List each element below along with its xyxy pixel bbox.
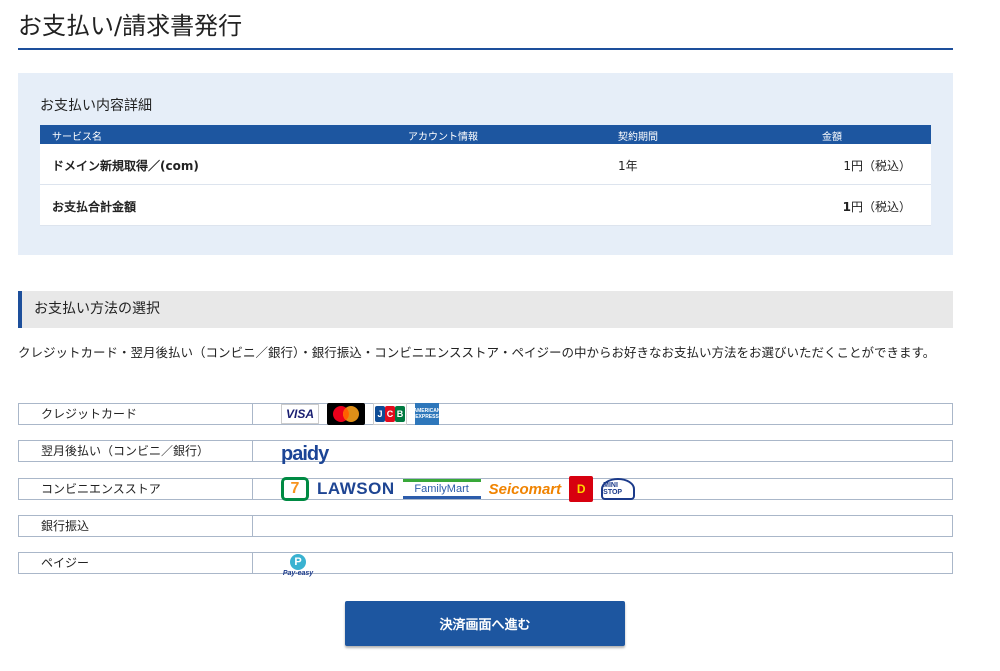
service-name: ドメイン新規取得／(com): [52, 159, 199, 173]
daily-yamazaki-logo: D: [569, 476, 594, 502]
seicomart-logo: Seicomart: [488, 480, 562, 498]
method-label: ペイジー: [19, 553, 253, 573]
jcb-letter: J: [375, 406, 385, 422]
familymart-logo: FamilyMart: [402, 479, 481, 499]
payment-method-bank-transfer[interactable]: 銀行振込: [18, 515, 953, 537]
total-amount-value: 1: [842, 200, 851, 214]
method-logos: 7 LAWSON FamilyMart Seicomart D MINI STO…: [281, 476, 636, 502]
total-label: お支払合計金額: [52, 200, 137, 214]
payment-method-pay-easy[interactable]: ペイジー P Pay-easy: [18, 552, 953, 577]
amex-logo: AMERICAN EXPRESS: [414, 403, 440, 425]
column-header-period: 契約期間: [618, 132, 658, 143]
method-label: 翌月後払い（コンビニ／銀行）: [19, 441, 253, 461]
jcb-letter: C: [385, 406, 395, 422]
service-amount: 1円（税込）: [843, 159, 911, 173]
mastercard-logo: [327, 403, 365, 425]
pay-easy-text: Pay-easy: [282, 569, 314, 577]
column-header-service: サービス名: [52, 132, 102, 143]
payment-method-convenience-store[interactable]: コンビニエンスストア 7 LAWSON FamilyMart Seicomart…: [18, 476, 953, 502]
jcb-logo: J C B: [373, 403, 407, 425]
contract-period: 1年: [618, 159, 638, 173]
ministop-logo: MINI STOP: [601, 478, 636, 500]
column-header-amount: 金額: [822, 132, 842, 143]
method-logos: P Pay-easy: [281, 553, 315, 577]
visa-logo: VISA: [281, 404, 319, 424]
pay-easy-logo: P Pay-easy: [281, 552, 315, 578]
method-label: 銀行振込: [19, 516, 253, 536]
method-label: クレジットカード: [19, 404, 253, 424]
method-label: コンビニエンスストア: [19, 479, 253, 499]
payment-details-table: サービス名 アカウント情報 契約期間 金額 ドメイン新規取得／(com) 1年 …: [40, 125, 931, 226]
seven-eleven-logo: 7: [281, 477, 309, 501]
jcb-letter: B: [395, 406, 405, 422]
total-amount-suffix: 円（税込）: [850, 200, 911, 214]
pay-easy-mark: P: [290, 553, 306, 570]
table-row: ドメイン新規取得／(com) 1年 1円（税込）: [40, 144, 931, 185]
page-title: お支払い/請求書発行: [18, 10, 953, 50]
total-amount: 1円（税込）: [843, 198, 911, 215]
lawson-logo: LAWSON: [317, 479, 395, 498]
payment-details-panel: お支払い内容詳細 サービス名 アカウント情報 契約期間 金額 ドメイン新規取得／…: [18, 73, 953, 255]
payment-method-credit-card[interactable]: クレジットカード VISA J C B AMERICAN EXPRESS: [18, 403, 953, 425]
payment-method-deferred[interactable]: 翌月後払い（コンビニ／銀行） paidy: [18, 440, 953, 465]
total-row: お支払合計金額 1円（税込）: [40, 185, 931, 226]
table-header: サービス名 アカウント情報 契約期間 金額: [40, 125, 931, 144]
payment-method-intro: クレジットカード・翌月後払い（コンビニ／銀行）・銀行振込・コンビニエンスストア・…: [18, 345, 936, 360]
payment-details-heading: お支払い内容詳細: [40, 98, 152, 114]
proceed-to-payment-button[interactable]: 決済画面へ進む: [345, 601, 625, 646]
method-logos: VISA J C B AMERICAN EXPRESS: [281, 403, 440, 425]
column-header-account: アカウント情報: [408, 132, 478, 143]
method-logos: paidy: [281, 441, 329, 465]
payment-method-heading: お支払い方法の選択: [18, 291, 953, 328]
paidy-logo: paidy: [281, 442, 329, 465]
